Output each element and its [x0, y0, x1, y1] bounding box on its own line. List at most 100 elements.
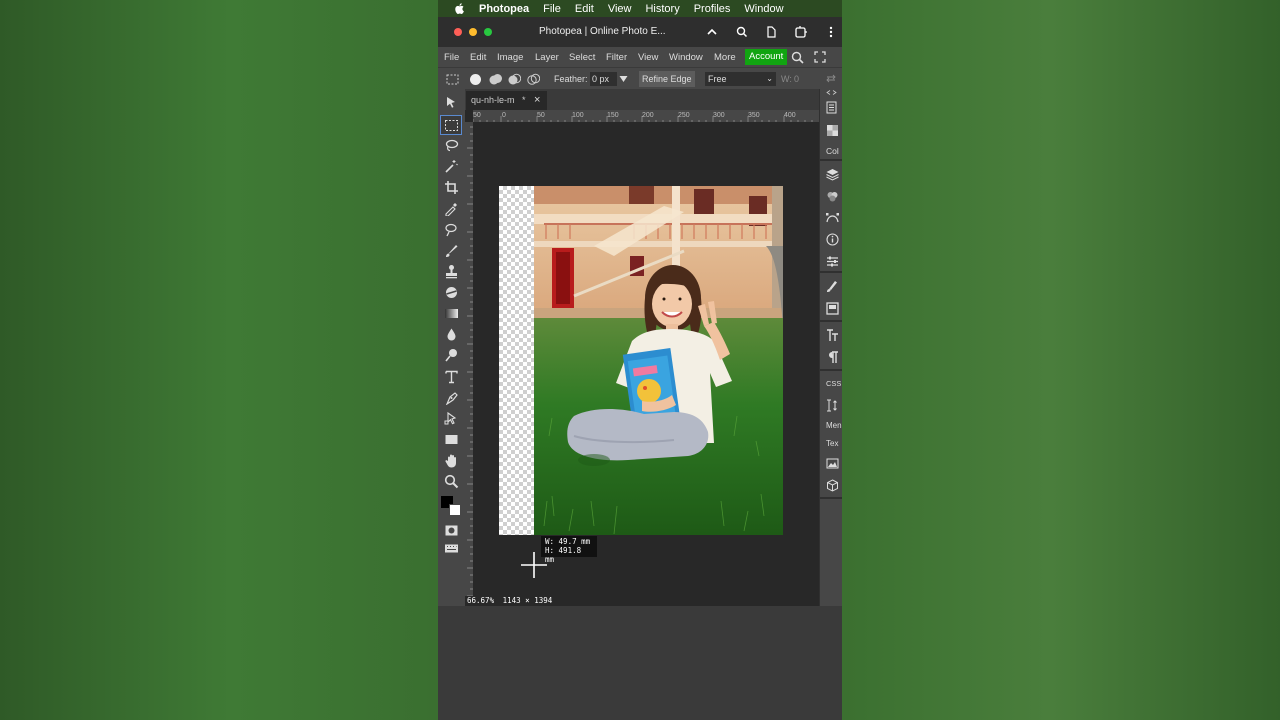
dodge-tool-icon[interactable]: [444, 348, 459, 363]
brush-tool-icon[interactable]: [444, 243, 459, 258]
magic-wand-tool-icon[interactable]: [444, 159, 459, 174]
panel-divider: [820, 497, 842, 499]
menu-filter[interactable]: Filter: [606, 52, 627, 63]
document-icon[interactable]: [763, 24, 779, 40]
menubar-profiles[interactable]: Profiles: [694, 3, 731, 15]
extension-icon[interactable]: [793, 24, 809, 40]
info-panel-icon[interactable]: [826, 233, 839, 246]
canvas[interactable]: [499, 186, 783, 535]
menu-panel-label[interactable]: Men: [826, 421, 842, 430]
eyedropper-tool-icon[interactable]: [444, 201, 459, 217]
css-panel-label[interactable]: CSS: [826, 379, 841, 388]
maximize-window-button[interactable]: [484, 28, 492, 36]
expand-panel-icon[interactable]: [826, 90, 837, 95]
keyboard-icon[interactable]: [444, 541, 459, 553]
layers-panel-icon[interactable]: [826, 168, 839, 181]
zoom-level[interactable]: 66.67%: [467, 596, 494, 605]
intersect-selection-icon[interactable]: [527, 73, 540, 86]
image-panel-icon[interactable]: [826, 457, 839, 470]
panel-divider: [820, 159, 842, 161]
type-tool-icon[interactable]: [444, 369, 459, 384]
swatches-panel-icon[interactable]: [826, 124, 839, 137]
chevron-up-icon[interactable]: [704, 24, 720, 40]
chevron-down-icon: ⌄: [766, 74, 773, 83]
feather-dropdown-icon[interactable]: [619, 75, 628, 83]
close-tab-icon[interactable]: ×: [534, 91, 540, 110]
transparent-area: [499, 186, 534, 535]
width-input[interactable]: 0: [794, 74, 799, 84]
minimize-window-button[interactable]: [469, 28, 477, 36]
options-bar: Feather: 0 px Refine Edge Free ⌄ W: 0: [438, 67, 842, 89]
document-tab[interactable]: qu-nh-le-m * ×: [466, 91, 547, 110]
horizontal-ruler: 50 0 50 100 150 200 250 300 350 400: [473, 110, 819, 122]
menu-edit[interactable]: Edit: [470, 52, 486, 63]
blur-tool-icon[interactable]: [444, 327, 459, 342]
apple-icon[interactable]: [453, 2, 467, 15]
menubar-edit[interactable]: Edit: [575, 3, 594, 15]
fullscreen-icon[interactable]: [814, 51, 826, 63]
path-select-tool-icon[interactable]: [444, 411, 459, 426]
menu-view[interactable]: View: [638, 52, 658, 63]
zoom-tool-icon[interactable]: [444, 474, 459, 489]
3d-panel-icon[interactable]: [826, 479, 839, 492]
hand-tool-icon[interactable]: [444, 453, 459, 468]
history-panel-icon[interactable]: [826, 101, 839, 114]
more-vertical-icon[interactable]: [823, 24, 839, 40]
move-tool-icon[interactable]: [444, 95, 459, 110]
character-panel-icon[interactable]: [826, 329, 839, 342]
color-panel-label[interactable]: Col: [826, 146, 839, 156]
menubar-file[interactable]: File: [543, 3, 561, 15]
crosshair-cursor-icon: [521, 552, 547, 578]
zoom-icon[interactable]: [734, 24, 750, 40]
menubar-app-name[interactable]: Photopea: [479, 3, 529, 15]
menu-image[interactable]: Image: [497, 52, 523, 63]
ruler-tick-label: 350: [748, 112, 760, 119]
close-window-button[interactable]: [454, 28, 462, 36]
pen-tool-icon[interactable]: [444, 390, 459, 406]
search-icon[interactable]: [791, 51, 804, 64]
eraser-tool-icon[interactable]: [444, 285, 459, 300]
menu-more[interactable]: More: [714, 52, 736, 63]
brush-settings-icon[interactable]: [826, 280, 839, 293]
marquee-mode-icon[interactable]: [446, 73, 459, 86]
new-selection-icon[interactable]: [469, 73, 482, 86]
style-select[interactable]: Free ⌄: [705, 72, 776, 86]
marquee-tool-icon[interactable]: [440, 115, 462, 135]
channels-panel-icon[interactable]: [826, 190, 839, 203]
crop-tool-icon[interactable]: [444, 180, 459, 195]
subtract-selection-icon[interactable]: [508, 73, 521, 86]
photo-image: [534, 186, 783, 535]
measurement-panel-icon[interactable]: [826, 399, 839, 412]
menu-window[interactable]: Window: [669, 52, 703, 63]
menu-file[interactable]: File: [444, 52, 459, 63]
ruler-tick-label: 400: [784, 112, 796, 119]
menubar-history[interactable]: History: [645, 3, 679, 15]
swap-icon[interactable]: [826, 74, 836, 83]
clone-stamp-tool-icon[interactable]: [444, 264, 459, 279]
gradient-tool-icon[interactable]: [444, 306, 459, 321]
paths-panel-icon[interactable]: [826, 211, 839, 224]
paragraph-panel-icon[interactable]: [826, 351, 839, 364]
lasso-tool-icon[interactable]: [444, 138, 459, 153]
clone-source-icon[interactable]: [826, 302, 839, 315]
feather-input[interactable]: 0 px: [590, 72, 617, 86]
menubar-view[interactable]: View: [608, 3, 632, 15]
panel-divider: [820, 271, 842, 273]
document-area: qu-nh-le-m * × 50 0 50 100 150 200 250 3…: [465, 89, 819, 606]
measure-tooltip: W: 49.7 mm H: 491.8 mm: [541, 536, 597, 564]
ruler-tick-label: 50: [473, 112, 481, 119]
menubar-window[interactable]: Window: [744, 3, 783, 15]
menu-select[interactable]: Select: [569, 52, 595, 63]
refine-edge-button[interactable]: Refine Edge: [639, 71, 695, 87]
healing-brush-tool-icon[interactable]: [444, 222, 459, 237]
properties-panel-icon[interactable]: [826, 255, 839, 268]
background-color-swatch[interactable]: [449, 504, 461, 516]
quick-mask-icon[interactable]: [444, 523, 459, 536]
add-selection-icon[interactable]: [489, 73, 502, 86]
account-button[interactable]: Account: [745, 49, 788, 65]
text-panel-label[interactable]: Tex: [826, 439, 838, 448]
menu-layer[interactable]: Layer: [535, 52, 559, 63]
document-tab-name: qu-nh-le-m: [471, 95, 515, 105]
rectangle-tool-icon[interactable]: [444, 432, 459, 447]
ruler-tick-label: 150: [607, 112, 619, 119]
